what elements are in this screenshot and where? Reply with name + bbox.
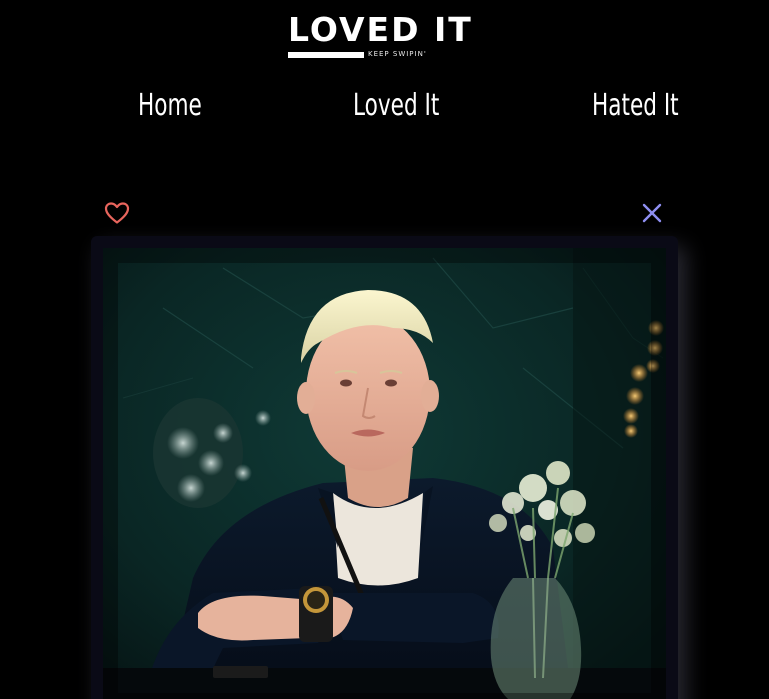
heart-icon — [104, 202, 130, 224]
logo[interactable]: LOVED IT KEEP SWIPIN' — [288, 12, 482, 60]
logo-title: LOVED IT — [288, 10, 473, 49]
profile-photo-illustration — [103, 248, 666, 699]
nav-loved-it-link[interactable]: Loved It — [353, 84, 439, 128]
page: LOVED IT KEEP SWIPIN' Home Loved It Hate… — [0, 0, 769, 699]
profile-photo — [103, 248, 666, 699]
logo-underline — [288, 52, 364, 58]
logo-tagline: KEEP SWIPIN' — [368, 50, 427, 58]
nav-hated-it-link[interactable]: Hated It — [592, 84, 679, 128]
close-icon — [642, 203, 662, 223]
hate-button[interactable] — [638, 199, 666, 227]
nav-home-link[interactable]: Home — [138, 84, 202, 128]
love-button[interactable] — [103, 199, 131, 227]
